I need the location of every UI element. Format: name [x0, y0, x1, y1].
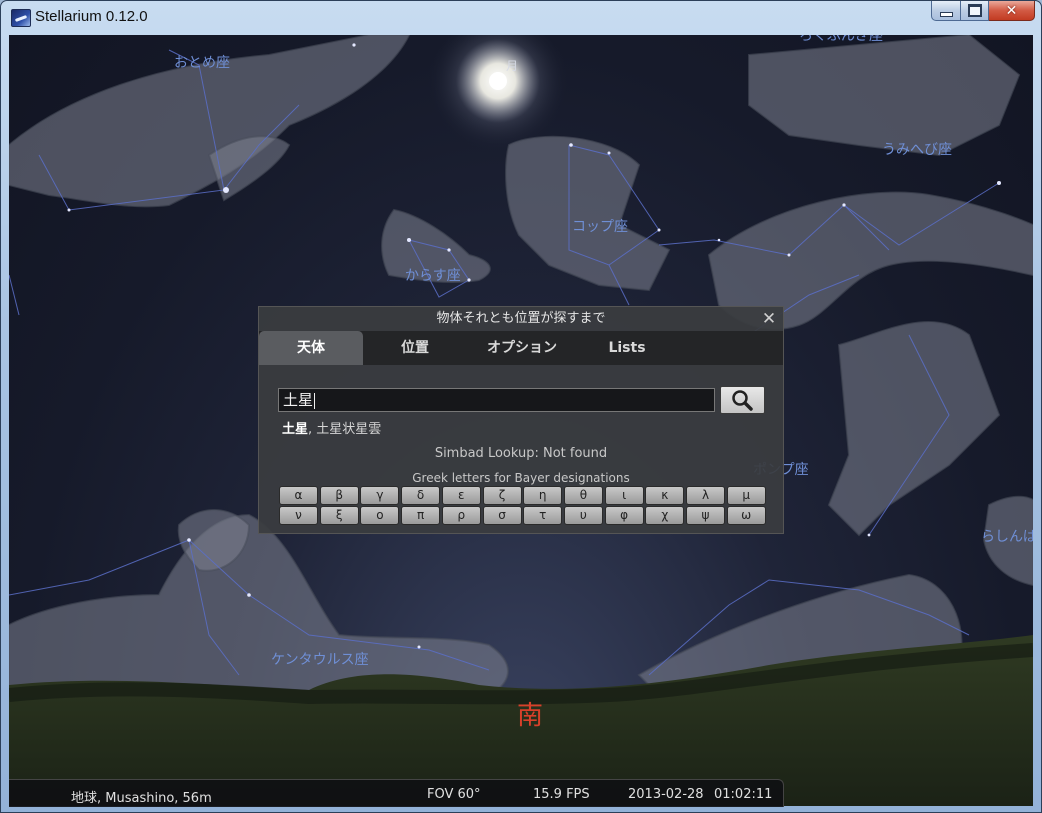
greek-letter-button[interactable]: ν: [279, 506, 318, 525]
window-title: Stellarium 0.12.0: [35, 8, 148, 25]
greek-letter-button[interactable]: ω: [726, 506, 766, 525]
greek-letter-button[interactable]: ξ: [319, 506, 359, 525]
result-item-primary[interactable]: 土星: [282, 422, 308, 437]
greek-letter-button[interactable]: ι: [604, 486, 644, 505]
maximize-icon: [967, 4, 982, 17]
text-caret: [314, 392, 316, 409]
greek-letter-button[interactable]: υ: [563, 506, 603, 525]
greek-letter-button[interactable]: λ: [686, 486, 725, 505]
status-date: 2013-02-28: [628, 787, 704, 802]
constellation-label[interactable]: からす座: [405, 265, 461, 285]
greek-letter-button[interactable]: ψ: [686, 506, 725, 525]
search-input-value: 土星: [283, 391, 314, 409]
status-location: 地球, Musashino, 56m: [71, 791, 212, 806]
close-icon: ✕: [1005, 2, 1018, 19]
search-input[interactable]: 土星: [278, 388, 715, 412]
greek-letter-button[interactable]: ε: [441, 486, 481, 505]
search-results: 土星, 土星状星雲: [282, 418, 381, 437]
constellation-label[interactable]: らしんばん座: [981, 526, 1033, 546]
constellation-label[interactable]: ケンタウルス座: [271, 649, 369, 669]
greek-letter-button[interactable]: δ: [401, 486, 441, 505]
greek-letter-button[interactable]: π: [401, 506, 441, 525]
greek-letter-button[interactable]: γ: [360, 486, 400, 505]
tab-position[interactable]: 位置: [363, 331, 467, 365]
greek-letters-heading: Greek letters for Bayer designations: [412, 471, 630, 485]
dialog-title[interactable]: 物体それとも位置が探すまで: [259, 307, 783, 331]
greek-letter-button[interactable]: η: [523, 486, 563, 505]
status-time: 01:02:11: [714, 787, 773, 802]
tab-options[interactable]: オプション: [467, 331, 577, 365]
close-icon: ✕: [761, 309, 777, 329]
title-bar[interactable]: Stellarium 0.12.0 ✕: [1, 1, 1041, 35]
search-button[interactable]: [720, 386, 765, 414]
moon[interactable]: [489, 72, 507, 90]
greek-letter-button[interactable]: ζ: [482, 486, 522, 505]
constellation-label[interactable]: うみへび座: [882, 139, 952, 159]
dialog-tabs: 天体 位置 オプション Lists: [259, 331, 783, 365]
greek-letter-button[interactable]: μ: [726, 486, 766, 505]
cardinal-south-label: 南: [517, 701, 544, 731]
greek-letter-button[interactable]: φ: [604, 506, 644, 525]
tab-objects[interactable]: 天体: [259, 331, 363, 365]
greek-letter-button[interactable]: α: [279, 486, 318, 505]
greek-letter-button[interactable]: ρ: [441, 506, 481, 525]
greek-letter-button[interactable]: σ: [482, 506, 522, 525]
status-bar: 地球, Musashino, 56m FOV 60° 15.9 FPS 2013…: [9, 779, 784, 807]
minimize-button[interactable]: [931, 1, 961, 21]
simbad-status: Simbad Lookup: Not found: [434, 446, 608, 461]
close-window-button[interactable]: ✕: [989, 1, 1035, 21]
app-window: Stellarium 0.12.0 ✕ おとめ座 コップ座 からす座 うみへび座…: [0, 0, 1042, 813]
tab-lists[interactable]: Lists: [577, 331, 677, 365]
moon-label[interactable]: 月: [506, 57, 518, 74]
search-icon: [732, 390, 753, 411]
greek-letter-button[interactable]: ο: [360, 506, 400, 525]
greek-letter-button[interactable]: θ: [563, 486, 603, 505]
greek-letter-button[interactable]: τ: [523, 506, 563, 525]
window-controls: ✕: [931, 1, 1035, 23]
moon-glow: [428, 35, 568, 151]
result-item-rest[interactable]: , 土星状星雲: [308, 422, 381, 437]
sky-view[interactable]: おとめ座 コップ座 からす座 うみへび座 ポンプ座 らしんばん座 ケンタウルス座…: [9, 35, 1033, 806]
greek-letter-button[interactable]: κ: [645, 486, 685, 505]
constellation-label[interactable]: コップ座: [572, 216, 628, 236]
status-fov: FOV 60°: [427, 787, 481, 802]
constellation-label[interactable]: おとめ座: [174, 52, 230, 72]
maximize-button[interactable]: [961, 1, 989, 21]
dialog-close-button[interactable]: ✕: [759, 308, 779, 330]
constellation-label[interactable]: ろくぶんぎ座: [799, 35, 883, 45]
stellarium-app-icon[interactable]: [11, 9, 31, 27]
greek-letter-button[interactable]: β: [319, 486, 359, 505]
minimize-icon: [939, 11, 953, 17]
greek-letter-button[interactable]: χ: [645, 506, 685, 525]
search-dialog: 物体それとも位置が探すまで ✕ 天体 位置 オプション Lists 土星 土星,…: [258, 306, 784, 534]
status-fps: 15.9 FPS: [533, 787, 590, 802]
